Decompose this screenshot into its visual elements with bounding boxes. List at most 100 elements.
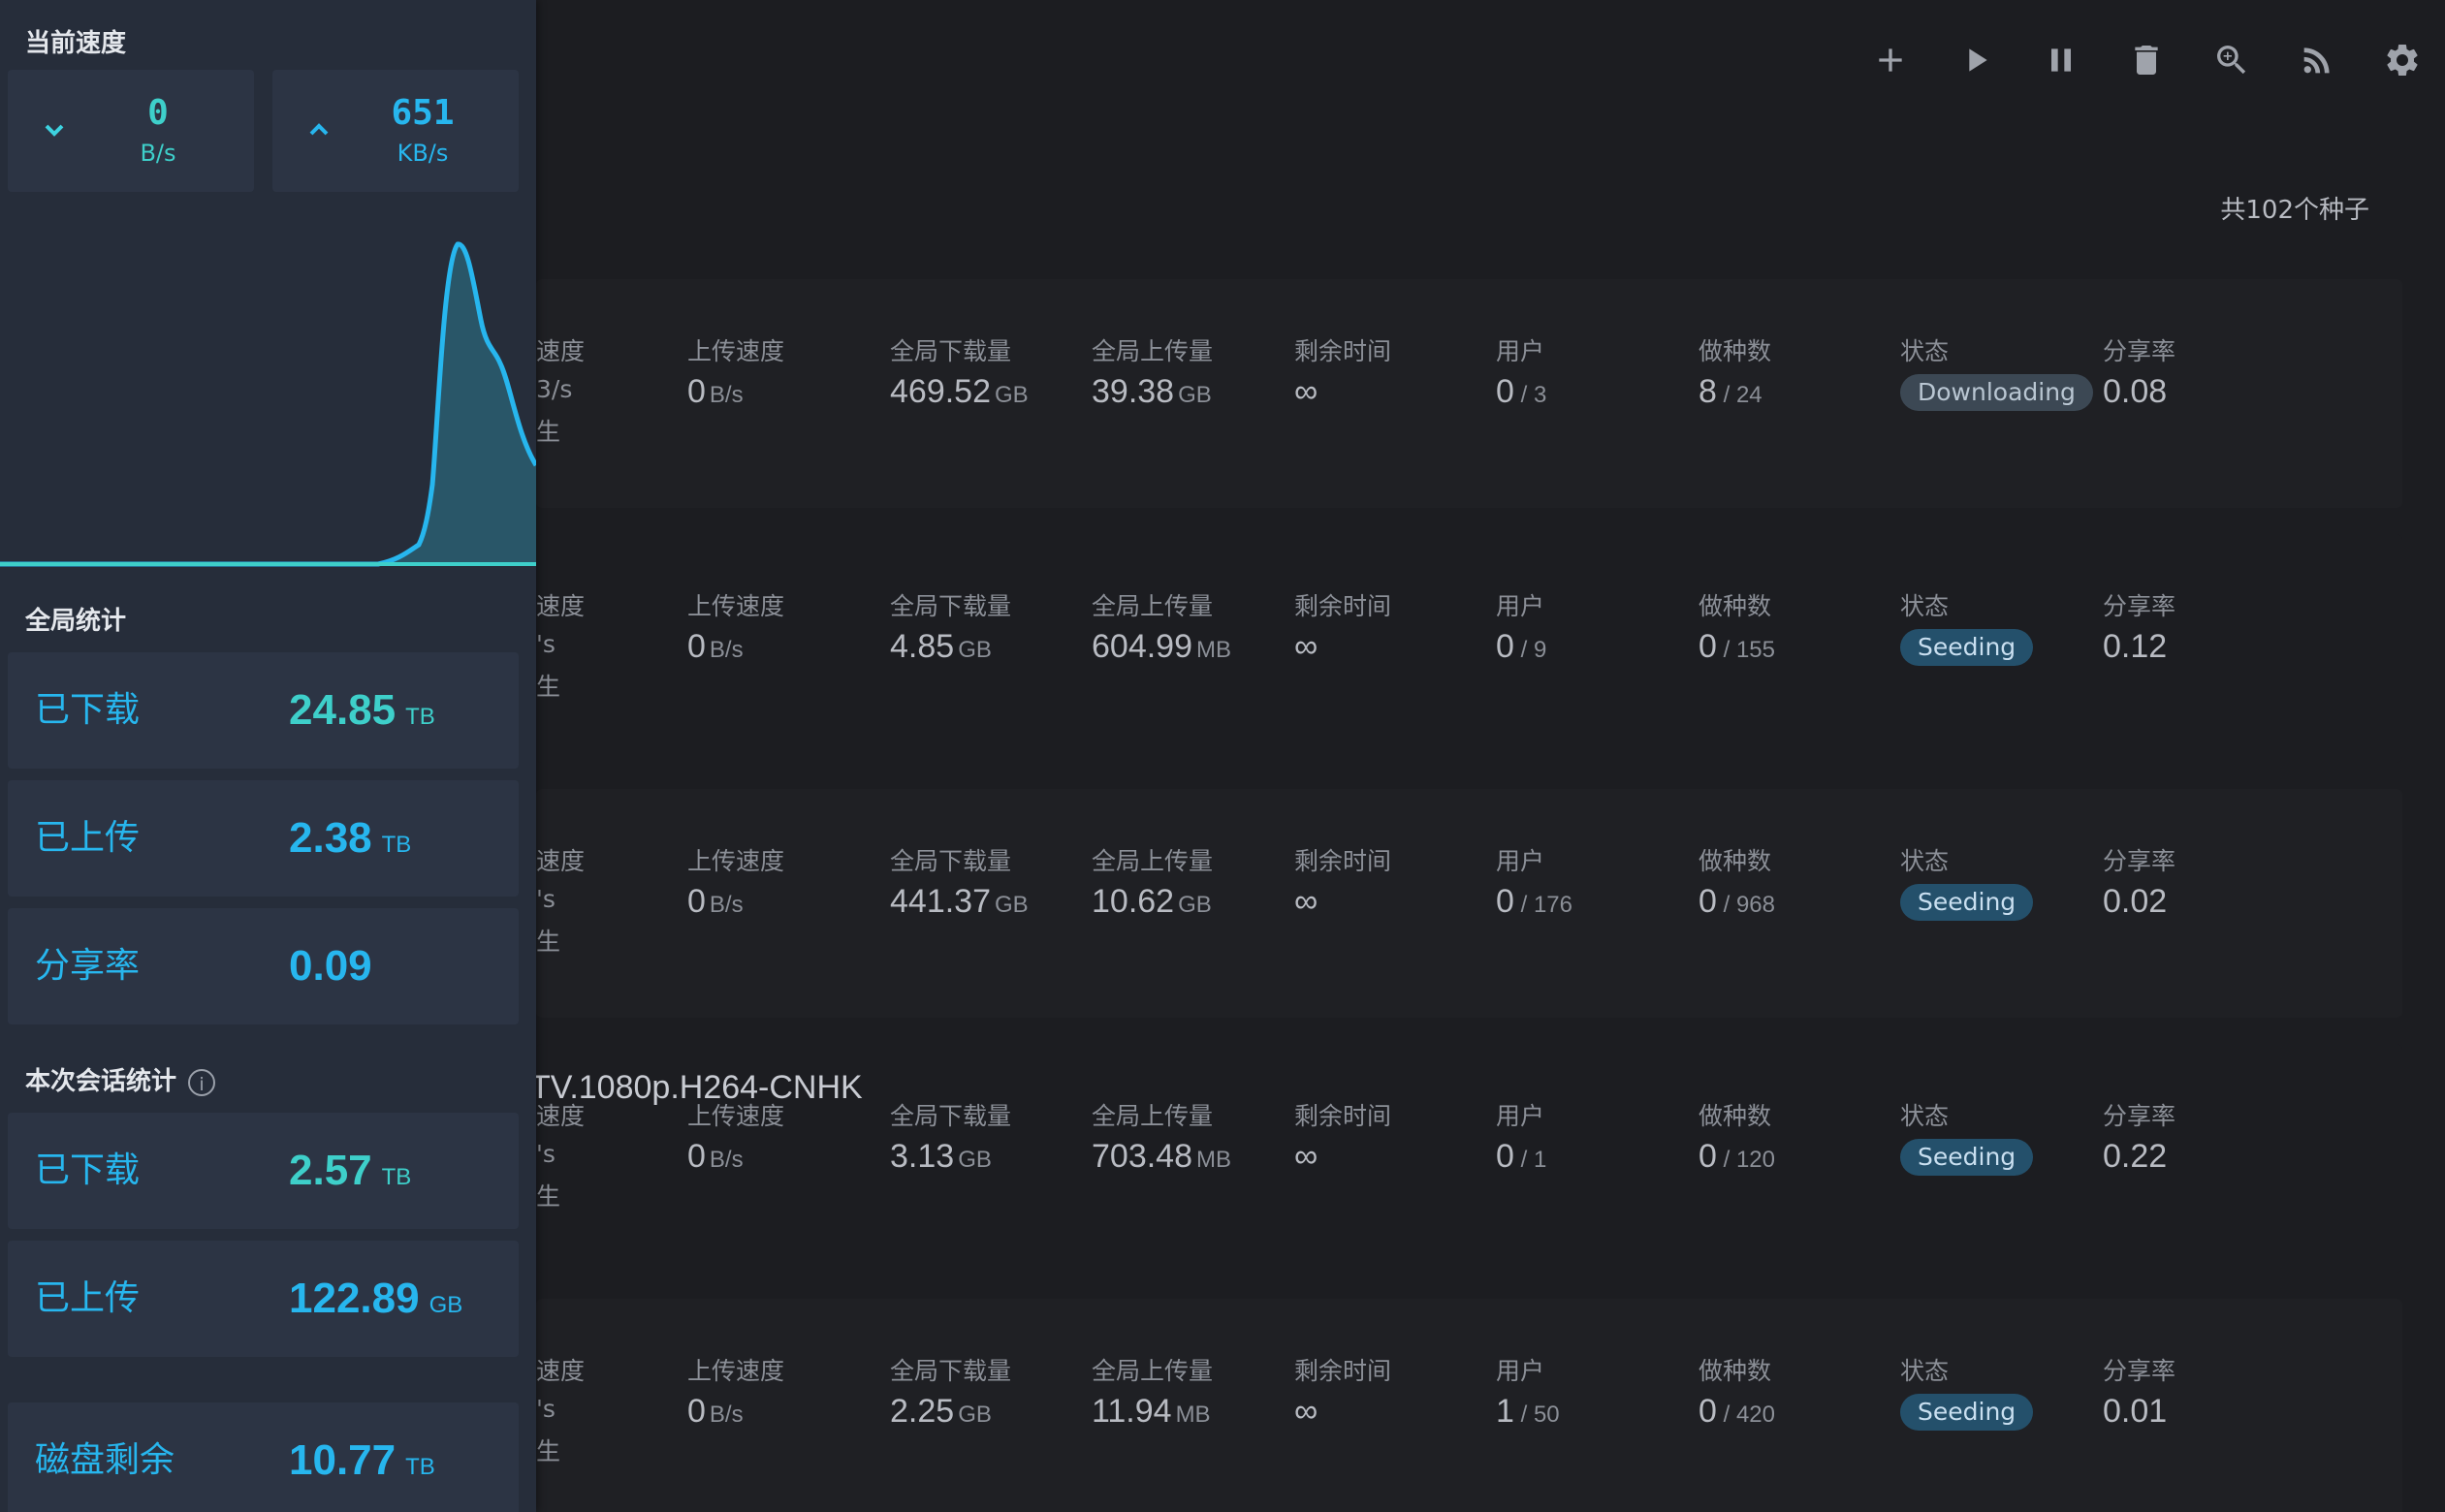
ratio-column: 分享率 0.12 [2103, 590, 2306, 670]
torrent-row[interactable]: 速度 's 生 上传速度 0 B/s 全局下载量 441.37 GB 全局上传量 1… [536, 789, 2402, 1018]
chevron-down-icon [37, 112, 72, 147]
downloaded-value: 469.52 [890, 373, 991, 410]
torrent-row[interactable]: 速度 's 生 上传速度 0 B/s 全局下载量 2.25 GB 全局上传量 11.… [536, 1299, 2402, 1512]
download-speed-card: 0 B/s [8, 70, 254, 192]
column-label: 分享率 [2103, 592, 2176, 620]
column-label: 上传速度 [687, 1102, 785, 1130]
eta-column: 剩余时间 ∞ [1294, 1100, 1498, 1180]
downloaded-value: 4.85 [890, 628, 955, 665]
status-column: 状态 Seeding [1900, 1100, 2104, 1176]
stat-unit: TB [381, 832, 412, 858]
play-icon [1969, 48, 1987, 72]
column-label: 分享率 [2103, 1357, 2176, 1385]
column-label: 分享率 [2103, 847, 2176, 875]
downloaded-column: 全局下载量 441.37 GB [890, 845, 1094, 929]
torrent-row[interactable]: TV.1080p.H264-CNHK 速度 's 生 上传速度 0 B/s 全局下… [530, 1044, 2402, 1273]
column-label: 用户 [1496, 1102, 1545, 1130]
info-icon[interactable]: i [188, 1068, 216, 1096]
eta-column: 剩余时间 ∞ [1294, 335, 1498, 415]
ul-speed-column: 上传速度 0 B/s [687, 335, 891, 419]
uploaded-value: 604.99 [1092, 628, 1192, 665]
sidebar: 当前速度 0 B/s 651 KB/s 全局统计 已下载 24.85 TB 已上传… [0, 0, 536, 1512]
stat-value: 0.09 [289, 942, 372, 990]
pause-button[interactable] [2018, 37, 2104, 83]
column-label: 全局下载量 [890, 1102, 1012, 1130]
peers-total: 50 [1533, 1402, 1560, 1428]
session-stats-label: 本次会话统计 [25, 1067, 177, 1096]
seeds-total: 155 [1735, 637, 1775, 663]
global-ratio: 分享率 0.09 [8, 908, 519, 1024]
add-torrent-button[interactable] [1848, 37, 1933, 83]
downloaded-value: 2.25 [890, 1393, 955, 1430]
torrent-row[interactable]: 速度 's 生 上传速度 0 B/s 全局下载量 4.85 GB 全局上传量 604… [536, 534, 2402, 763]
uploaded-value: 11.94 [1092, 1393, 1172, 1430]
stat-unit: TB [405, 704, 435, 730]
column-label: 全局上传量 [1092, 847, 1214, 875]
stat-label: 已上传 [35, 1278, 141, 1318]
start-button[interactable] [1933, 37, 2018, 83]
ul-speed-unit: B/s [709, 892, 744, 918]
uploaded-unit: GB [1178, 892, 1212, 918]
ul-speed-column: 上传速度 0 B/s [687, 1100, 891, 1183]
ul-speed-unit: B/s [709, 1147, 744, 1173]
ratio-column: 分享率 0.01 [2103, 1355, 2306, 1434]
ratio-column: 分享率 0.22 [2103, 1100, 2306, 1180]
downloaded-column: 全局下载量 4.85 GB [890, 590, 1094, 674]
peers-value: 1 [1496, 1393, 1514, 1430]
delete-button[interactable] [2104, 37, 2189, 83]
stat-value: 24.85 [289, 686, 397, 734]
seeds-total: 420 [1735, 1402, 1775, 1428]
pause-icon [2051, 48, 2071, 72]
column-label: 用户 [1496, 592, 1545, 620]
add-icon [1879, 48, 1902, 72]
stat-label: 磁盘剩余 [35, 1440, 175, 1480]
speed-history-chart [0, 241, 536, 567]
search-button[interactable] [2189, 37, 2274, 83]
upload-speed-card: 651 KB/s [272, 70, 519, 192]
column-label: 全局下载量 [890, 592, 1012, 620]
seeds-total: 24 [1735, 382, 1762, 408]
rss-button[interactable] [2274, 37, 2360, 83]
peers-total: 176 [1533, 892, 1572, 918]
status-badge: Downloading [1900, 374, 2093, 411]
column-label: 做种数 [1699, 592, 1772, 620]
eta-value: ∞ [1294, 373, 1318, 410]
column-label: 做种数 [1699, 337, 1772, 365]
column-label: 全局上传量 [1092, 1102, 1214, 1130]
ul-speed-value: 0 [687, 628, 706, 665]
ul-speed-column: 上传速度 0 B/s [687, 845, 891, 929]
torrent-row[interactable]: 速度 3/s 生 上传速度 0 B/s 全局下载量 469.52 GB 全局上传量 … [536, 279, 2402, 508]
status-badge: Seeding [1900, 1139, 2034, 1176]
status-badge: Seeding [1900, 884, 2034, 921]
downloaded-column: 全局下载量 3.13 GB [890, 1100, 1094, 1183]
session-uploaded: 已上传 122.89 GB [8, 1241, 519, 1357]
stat-unit: TB [405, 1454, 435, 1480]
ul-speed-value: 0 [687, 1393, 706, 1430]
ratio-value: 0.08 [2103, 373, 2168, 410]
column-label: 状态 [1900, 847, 1950, 875]
ratio-value: 0.01 [2103, 1393, 2168, 1430]
column-label: 分享率 [2103, 337, 2176, 365]
settings-button[interactable] [2360, 37, 2445, 83]
column-label: 全局下载量 [890, 337, 1012, 365]
downloaded-column: 全局下载量 2.25 GB [890, 1355, 1094, 1438]
uploaded-column: 全局上传量 11.94 MB [1092, 1355, 1295, 1438]
status-column: 状态 Seeding [1900, 590, 2104, 666]
uploaded-unit: GB [1178, 382, 1212, 408]
downloaded-unit: GB [958, 637, 992, 663]
ul-speed-value: 0 [687, 883, 706, 920]
gear-icon [2387, 44, 2418, 76]
rss-icon [2303, 47, 2330, 74]
upload-speed-value: 651 [391, 93, 455, 133]
peers-column: 用户 0 / 3 [1496, 335, 1699, 419]
ul-speed-column: 上传速度 0 B/s [687, 1355, 891, 1438]
seeds-value: 8 [1699, 373, 1717, 410]
search-icon [2217, 46, 2246, 75]
column-label: 做种数 [1699, 1357, 1772, 1385]
ratio-value: 0.12 [2103, 628, 2168, 665]
column-label: 状态 [1900, 1357, 1950, 1385]
upload-speed-unit: KB/s [397, 140, 449, 167]
peers-total: 9 [1533, 637, 1547, 663]
status-badge: Seeding [1900, 629, 2034, 666]
seeds-value: 0 [1699, 883, 1717, 920]
